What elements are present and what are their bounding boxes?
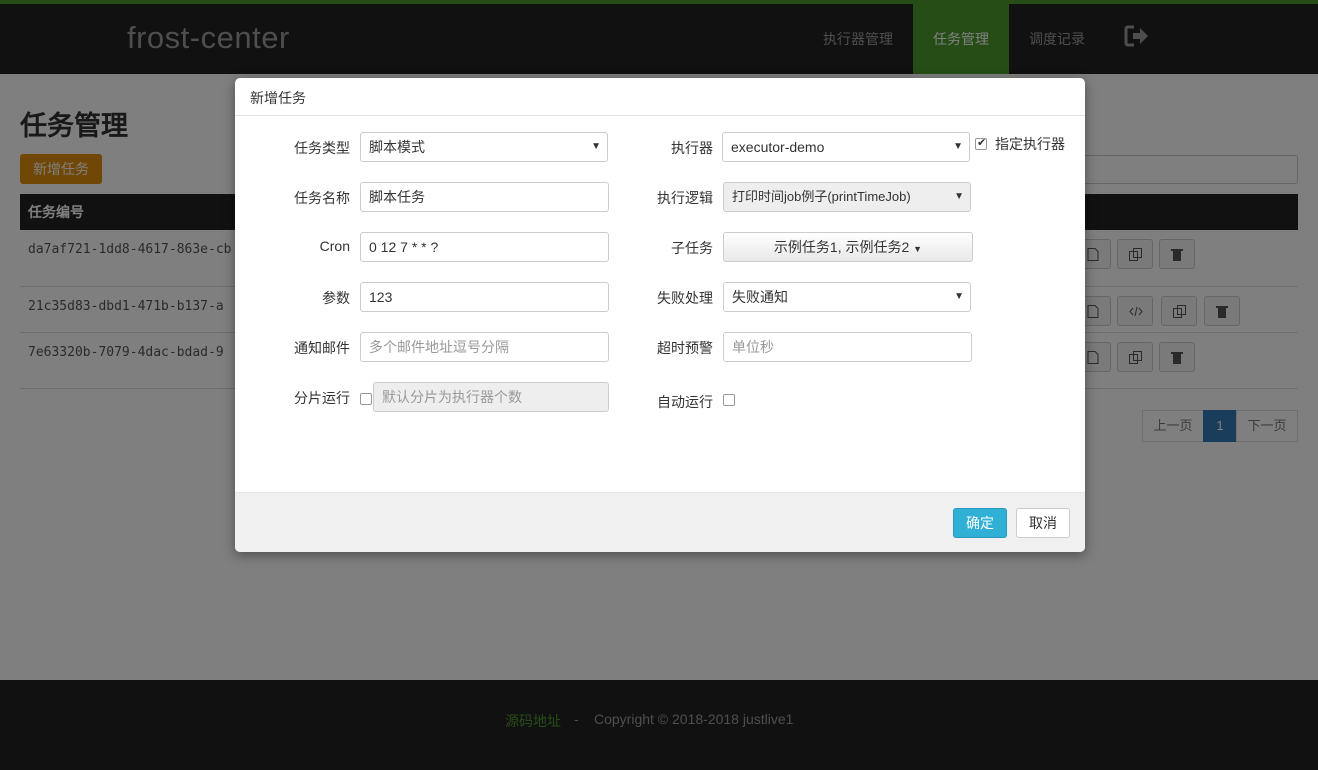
notify-email-input[interactable]: 多个邮件地址逗号分隔 (360, 332, 609, 362)
exec-logic-select[interactable]: 打印时间job例子(printTimeJob) ▼ (723, 182, 971, 212)
caret-down-icon: ▼ (953, 141, 963, 152)
timeout-label: 超时预警 (657, 340, 713, 356)
exec-logic-value: 打印时间job例子(printTimeJob) (732, 189, 911, 204)
timeout-input[interactable]: 单位秒 (723, 332, 972, 362)
failure-select[interactable]: 失败通知 ▼ (723, 282, 971, 312)
cron-label: Cron (319, 238, 350, 254)
child-tasks-value: 示例任务1, 示例任务2 (773, 239, 910, 255)
executor-label: 执行器 (671, 140, 713, 156)
child-tasks-label: 子任务 (671, 240, 713, 256)
specify-executor-label: 指定执行器 (995, 136, 1065, 152)
task-name-label: 任务名称 (294, 190, 350, 206)
failure-value: 失败通知 (732, 289, 788, 305)
sharding-count-input[interactable]: 默认分片为执行器个数 (373, 382, 609, 412)
caret-down-icon: ▼ (913, 244, 923, 254)
notify-email-label: 通知邮件 (294, 340, 350, 356)
executor-select[interactable]: executor-demo ▼ (722, 132, 970, 162)
sharding-checkbox[interactable] (360, 393, 372, 405)
executor-value: executor-demo (731, 139, 825, 155)
child-tasks-dropdown[interactable]: 示例任务1, 示例任务2 ▼ (723, 232, 973, 262)
task-type-value: 脚本模式 (369, 139, 425, 155)
failure-label: 失败处理 (657, 290, 713, 306)
caret-down-icon: ▼ (954, 291, 964, 302)
modal-header: 新增任务 (235, 78, 1085, 116)
modal-title: 新增任务 (250, 90, 306, 106)
exec-logic-label: 执行逻辑 (657, 190, 713, 206)
caret-down-icon: ▼ (591, 141, 601, 152)
sharding-label: 分片运行 (294, 390, 350, 406)
cancel-button[interactable]: 取消 (1016, 508, 1070, 538)
confirm-button[interactable]: 确定 (953, 508, 1007, 538)
modal-footer: 确定 取消 (235, 492, 1085, 552)
caret-down-icon: ▼ (954, 191, 964, 202)
specify-executor-checkbox[interactable] (975, 136, 987, 150)
task-type-select[interactable]: 脚本模式 ▼ (360, 132, 608, 162)
params-input[interactable]: 123 (360, 282, 609, 312)
params-label: 参数 (322, 290, 350, 306)
task-type-label: 任务类型 (294, 140, 350, 156)
auto-run-label: 自动运行 (657, 394, 713, 410)
cron-input[interactable]: 0 12 7 * * ? (360, 232, 609, 262)
auto-run-checkbox[interactable] (723, 394, 735, 406)
task-name-input[interactable]: 脚本任务 (360, 182, 609, 212)
add-task-modal: 新增任务 任务类型 脚本模式 ▼ 任务名称 脚本任务 Cron 0 12 7 *… (235, 78, 1085, 552)
